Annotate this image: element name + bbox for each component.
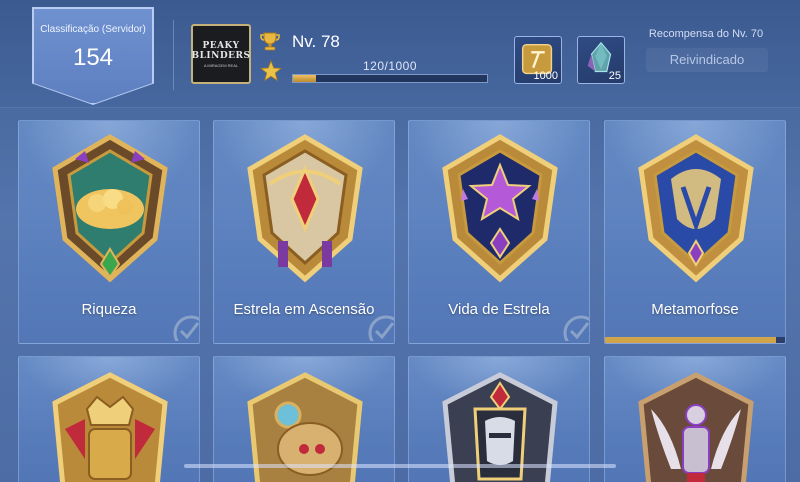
server-rank-label: Classificação (Servidor) (40, 24, 146, 35)
server-rank-value: 154 (72, 44, 114, 71)
reward-item-token[interactable]: 1000 (514, 36, 562, 84)
emblem-card-metamorfose[interactable]: Metamorfose (604, 120, 786, 344)
claimed-button[interactable]: Reivindicado (646, 48, 768, 72)
horizontal-scrollbar[interactable] (184, 464, 616, 468)
emblem-card-row2-1[interactable] (18, 356, 200, 482)
trophy-icon (260, 32, 280, 51)
emblem-card-riqueza[interactable]: Riqueza (18, 120, 200, 344)
metamorphosis-emblem-icon (638, 134, 754, 283)
reward-item-crystal[interactable]: 25 (577, 36, 625, 84)
xp-progress-fill (293, 75, 317, 82)
reward-count: 1000 (533, 70, 558, 82)
card-title: Metamorfose (651, 301, 739, 318)
crowned-armor-emblem-icon (52, 372, 168, 482)
check-icon (368, 315, 394, 341)
star-icon (260, 60, 282, 82)
reward-title: Recompensa do Nv. 70 (648, 28, 764, 40)
emblem-card-row2-4[interactable] (604, 356, 786, 482)
player-level: Nv. 78 (292, 32, 340, 51)
reward-count: 25 (608, 70, 621, 82)
emblem-card-estrela-ascensao[interactable]: Estrela em Ascensão (213, 120, 395, 344)
check-icon (563, 315, 589, 341)
star-life-emblem-icon (442, 134, 558, 283)
rising-star-emblem-icon (247, 134, 363, 283)
wealth-emblem-icon (52, 134, 168, 283)
avatar[interactable]: PEAKY BLINDERS A MIRAGEM REAL (191, 24, 251, 84)
avatar-text-line3: A MIRAGEM REAL (203, 62, 239, 68)
card-progress-fill (605, 337, 776, 343)
card-progress-bar (605, 337, 785, 343)
avatar-text-line2: BLINDERS (191, 50, 251, 61)
xp-progress-bar (292, 74, 488, 83)
emblem-card-vida-estrela[interactable]: Vida de Estrela (408, 120, 590, 344)
check-icon (173, 315, 199, 341)
xp-text: 120/1000 (362, 59, 418, 73)
divider (173, 20, 174, 90)
winged-warrior-emblem-icon (638, 372, 754, 482)
avatar-text-line1: PEAKY (202, 40, 240, 51)
